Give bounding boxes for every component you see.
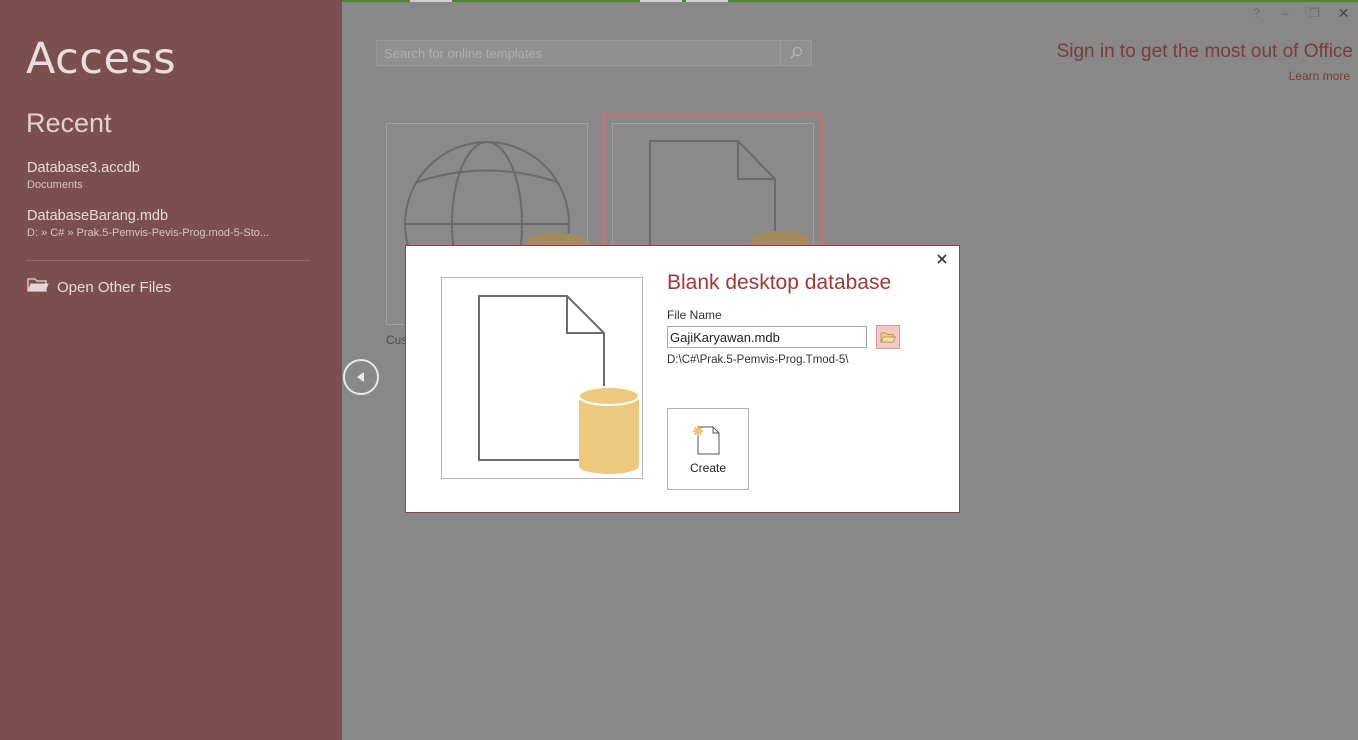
recent-file-databasebarang[interactable]: DatabaseBarang.mdb D: » C# » Prak.5-Pemv… xyxy=(27,208,317,239)
sidebar-divider xyxy=(26,260,310,261)
create-button[interactable]: Create xyxy=(667,408,749,490)
recent-file-name: DatabaseBarang.mdb xyxy=(27,208,169,224)
template-preview xyxy=(441,277,643,479)
browse-folder-button[interactable] xyxy=(876,325,900,349)
recent-file-database3[interactable]: Database3.accdb Documents xyxy=(27,160,317,191)
close-icon xyxy=(937,254,947,264)
recent-file-path: D: » C# » Prak.5-Pemvis-Pevis-Prog.mod-5… xyxy=(27,227,270,239)
learn-more-link[interactable]: Learn more xyxy=(1289,69,1350,83)
arrow-left-icon xyxy=(357,372,364,382)
help-button[interactable]: ? xyxy=(1242,4,1271,22)
search-icon xyxy=(789,46,803,60)
dialog-close-button[interactable] xyxy=(934,251,950,267)
folder-icon xyxy=(880,332,896,342)
restore-button[interactable]: ❐ xyxy=(1300,4,1329,22)
open-other-files-button[interactable]: Open Other Files xyxy=(27,276,171,298)
search-input[interactable] xyxy=(377,41,795,65)
save-location-path: D:\C#\Prak.5-Pemvis-Prog.Tmod-5\ xyxy=(667,354,849,366)
previous-template-button[interactable] xyxy=(343,359,379,395)
minimize-button[interactable]: – xyxy=(1271,4,1300,22)
close-window-button[interactable]: ✕ xyxy=(1329,4,1358,22)
sign-in-prompt[interactable]: Sign in to get the most out of Office xyxy=(1057,41,1353,63)
backstage-sidebar: Access Recent Database3.accdb Documents … xyxy=(0,0,342,740)
blank-database-dialog: Blank desktop database File Name D:\C#\P… xyxy=(405,245,960,513)
new-file-icon xyxy=(693,426,720,455)
recent-file-path: Documents xyxy=(27,179,83,191)
app-title: Access xyxy=(26,34,177,84)
blank-database-icon xyxy=(478,295,640,474)
recent-file-name: Database3.accdb xyxy=(27,160,140,176)
window-controls: ? – ❐ ✕ xyxy=(1242,4,1358,22)
search-button[interactable] xyxy=(780,41,811,65)
dialog-title: Blank desktop database xyxy=(667,271,892,294)
recent-heading: Recent xyxy=(26,108,112,138)
create-button-label: Create xyxy=(689,461,727,475)
open-other-files-label: Open Other Files xyxy=(57,278,172,296)
template-search xyxy=(376,40,812,66)
file-name-label: File Name xyxy=(667,308,722,322)
open-folder-icon xyxy=(27,276,49,298)
file-name-input[interactable] xyxy=(667,326,867,348)
